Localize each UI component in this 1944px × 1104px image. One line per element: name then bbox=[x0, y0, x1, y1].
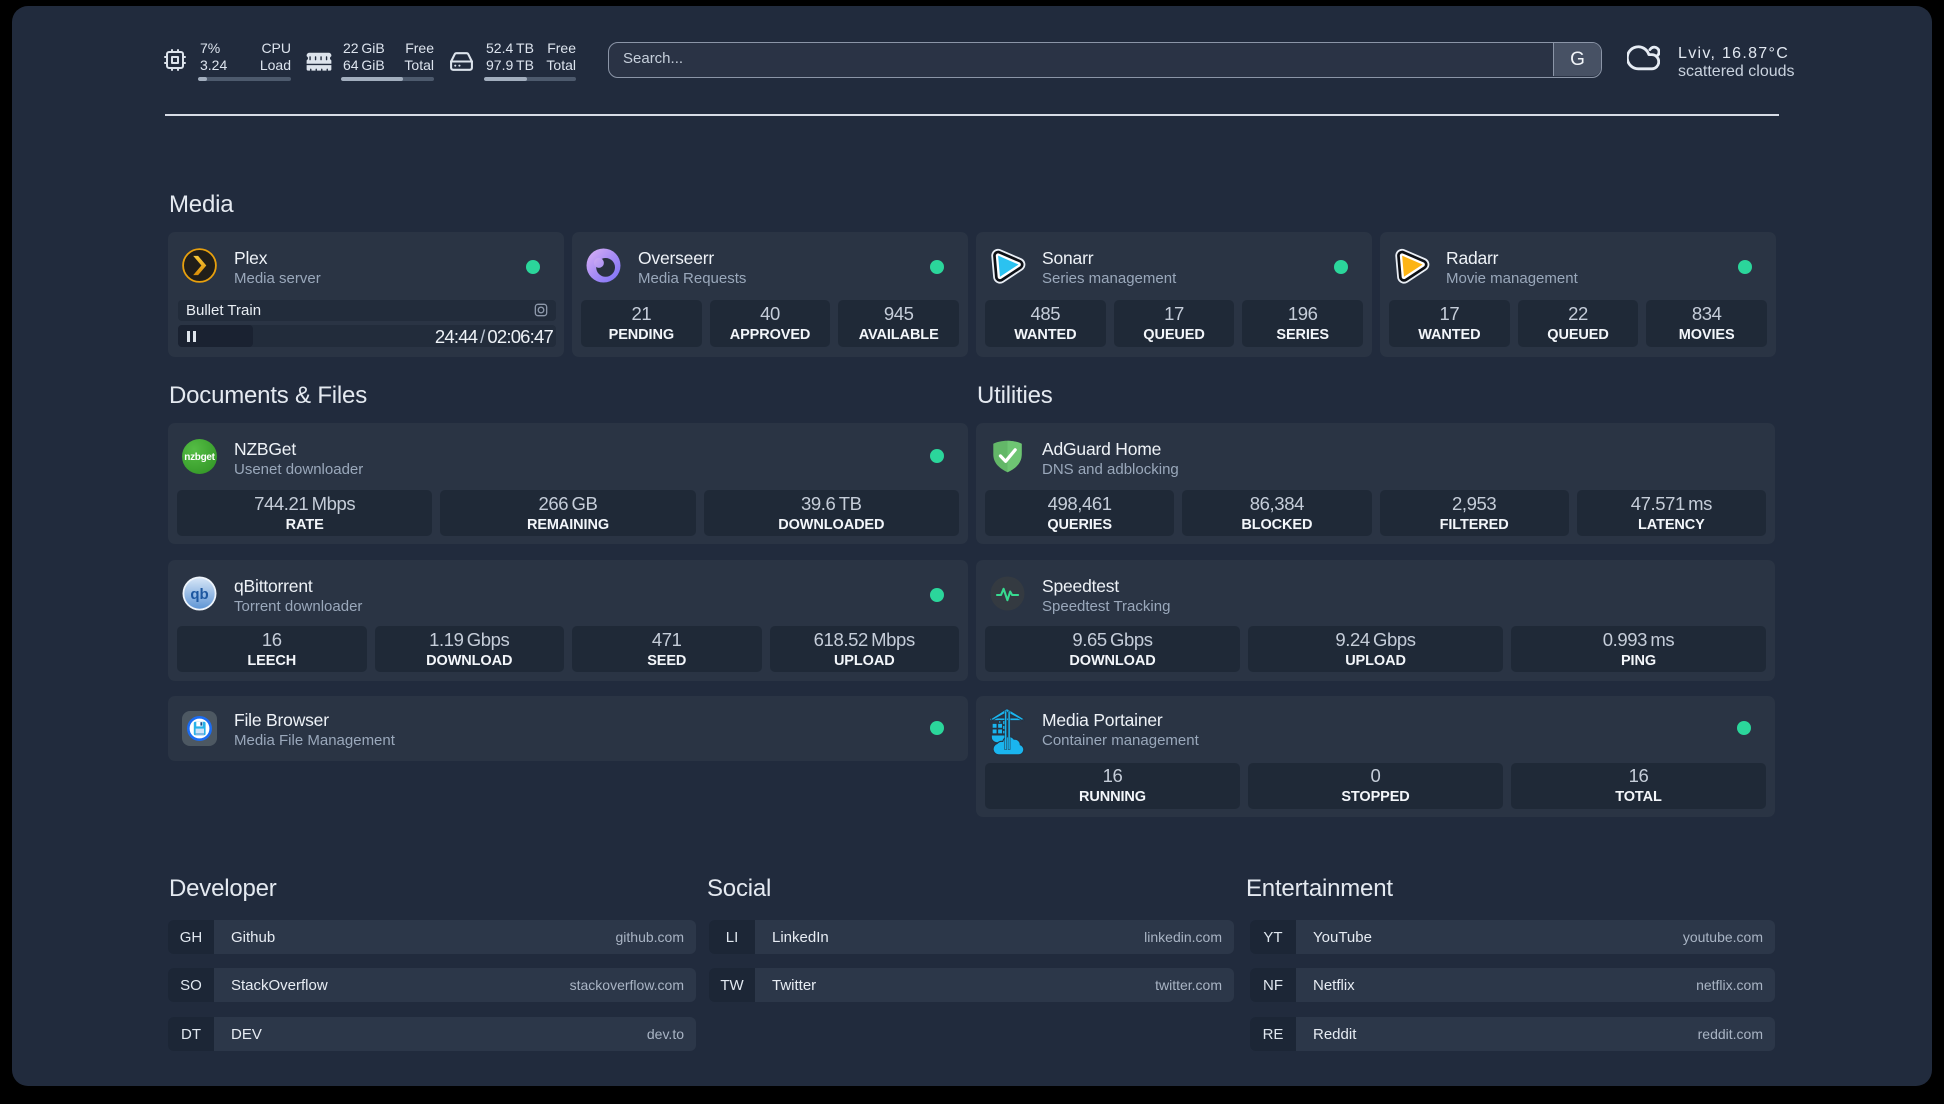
svg-text:nzbget: nzbget bbox=[184, 452, 215, 463]
svg-text:qb: qb bbox=[190, 586, 208, 603]
